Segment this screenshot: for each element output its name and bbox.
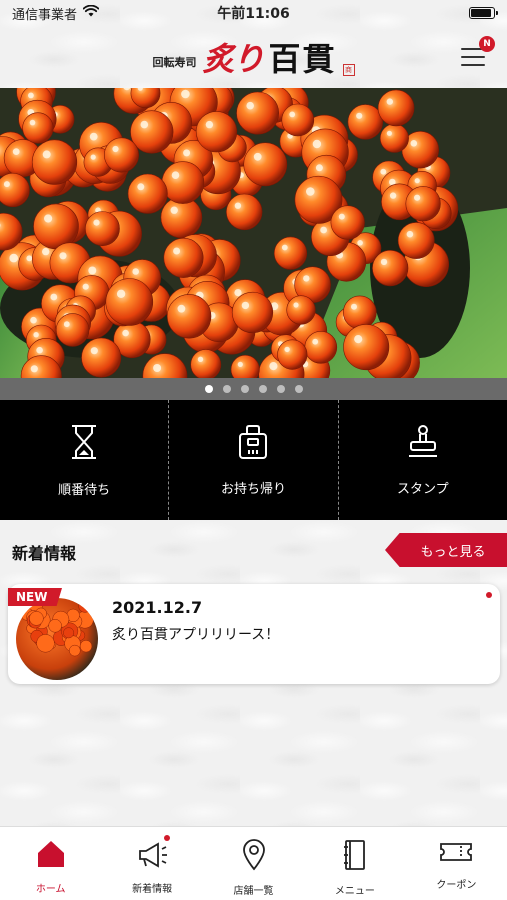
stamp-label: スタンプ	[397, 481, 449, 497]
takeout-button[interactable]: お持ち帰り	[169, 400, 339, 520]
hamburger-menu-button[interactable]: N	[461, 36, 495, 70]
carousel-dot[interactable]	[240, 385, 249, 393]
news-list-item[interactable]: NEW 2021.12.7 炙り百貫アプリリリース！	[8, 584, 500, 684]
map-pin-icon	[241, 839, 267, 874]
carousel-dot[interactable]	[276, 385, 285, 393]
news-date: 2021.12.7	[112, 598, 203, 617]
stamp-icon	[405, 424, 441, 460]
unread-dot	[486, 592, 492, 598]
carousel-dot[interactable]	[258, 385, 267, 393]
menu-book-icon	[342, 839, 368, 874]
see-more-button[interactable]: もっと見る	[385, 533, 507, 567]
tab-home-label: ホーム	[35, 884, 66, 895]
news-headline: 炙り百貫アプリリリース！	[112, 627, 280, 643]
tab-stores-label: 店舗一覧	[233, 886, 274, 897]
news-thumbnail	[16, 598, 98, 680]
tab-coupon-label: クーポン	[436, 880, 477, 891]
hamburger-line	[461, 56, 485, 58]
logo-stamp: 商	[342, 64, 355, 76]
carrier-label: 通信事業者	[12, 7, 78, 23]
quick-action-bar: 順番待ち お持ち帰り スタンプ	[0, 400, 507, 520]
takeout-bag-icon	[237, 424, 269, 460]
carousel-dot[interactable]	[222, 385, 231, 393]
menu-notification-badge: N	[479, 36, 495, 52]
news-section-header: 新着情報 もっと見る	[0, 530, 507, 570]
takeout-label: お持ち帰り	[220, 481, 286, 497]
tab-stores[interactable]: 店舗一覧	[203, 827, 304, 900]
home-icon	[36, 839, 66, 872]
tab-menu[interactable]: メニュー	[304, 827, 405, 900]
ikura-sushi-image	[0, 88, 507, 378]
carousel-dot[interactable]	[204, 385, 213, 393]
carousel-indicator	[0, 378, 507, 400]
wifi-icon	[82, 4, 100, 21]
tab-news-label: 新着情報	[132, 884, 173, 895]
status-bar: 通信事業者 午前11:06	[0, 0, 507, 26]
stamp-button[interactable]: スタンプ	[339, 400, 507, 520]
ticket-icon	[439, 839, 473, 868]
logo-red-text: 炙り	[202, 40, 264, 78]
hero-carousel-image[interactable]	[0, 88, 507, 378]
logo-black-text: 百貫	[268, 40, 337, 78]
tab-home[interactable]: ホーム	[0, 827, 101, 900]
tab-news-badge	[164, 835, 171, 841]
app-logo: 回転寿司 炙り 百貫 商	[152, 34, 355, 80]
app-header: 回転寿司 炙り 百貫 商 N	[0, 26, 507, 88]
waitlist-button[interactable]: 順番待ち	[0, 400, 170, 520]
tab-menu-label: メニュー	[334, 886, 375, 897]
megaphone-icon	[136, 839, 168, 872]
hamburger-line	[461, 64, 485, 66]
waitlist-label: 順番待ち	[58, 482, 111, 498]
bottom-tab-bar: ホーム 新着情報 店舗一覧 メニュー クーポン	[0, 826, 507, 900]
logo-subtitle: 回転寿司	[152, 56, 197, 69]
tab-news[interactable]: 新着情報	[101, 827, 202, 900]
hourglass-icon	[68, 423, 100, 461]
battery-icon	[469, 7, 498, 19]
tab-coupon[interactable]: クーポン	[406, 827, 507, 900]
new-badge: NEW	[8, 588, 62, 606]
news-section-title: 新着情報	[12, 544, 77, 563]
carousel-dot[interactable]	[294, 385, 303, 393]
